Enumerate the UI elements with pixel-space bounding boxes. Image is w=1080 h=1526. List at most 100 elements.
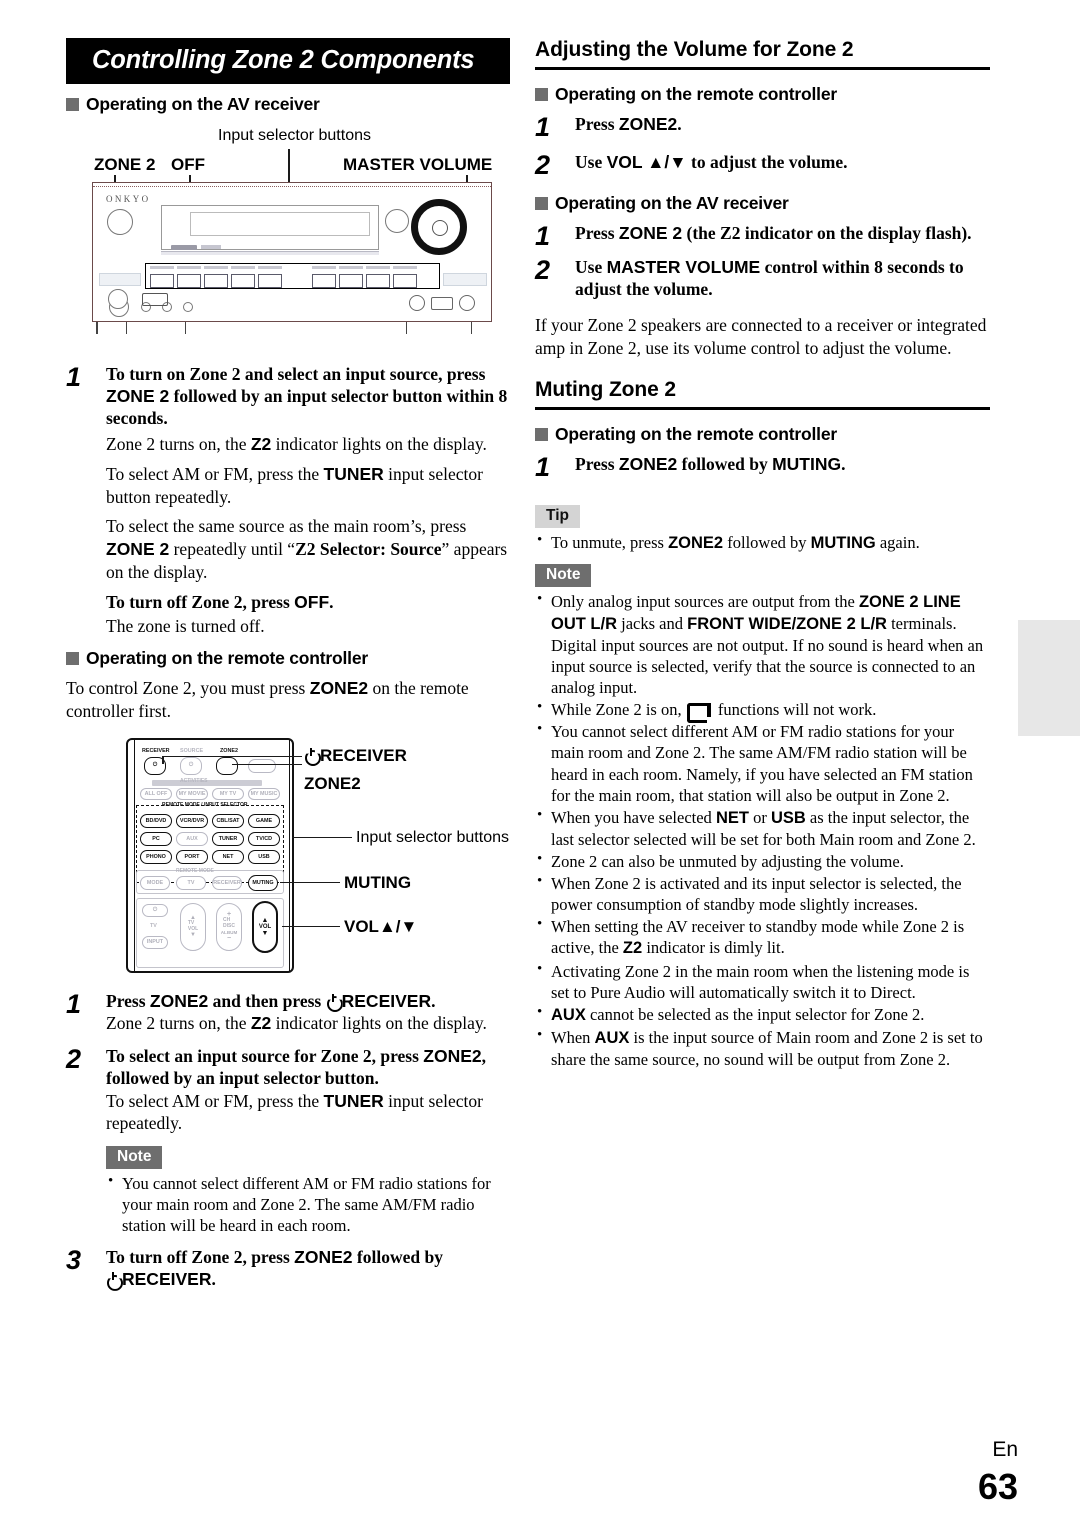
jack-circle-icon [409, 295, 425, 311]
remote-button-my-music[interactable]: MY MUSIC [248, 787, 280, 800]
remote-button-tv-cd[interactable]: TV/CD [248, 831, 280, 846]
step-title: Use MASTER VOLUME control within 8 secon… [575, 257, 964, 300]
remote-button-port[interactable]: PORT [176, 849, 208, 864]
front-panel-display [161, 205, 379, 250]
heading-muting-zone2: Muting Zone 2 [535, 378, 990, 410]
remote-button-mode[interactable]: MODE [140, 875, 170, 890]
remote-tv-power-button[interactable]: ⏻ [142, 903, 168, 917]
remote-button-net[interactable]: NET [212, 849, 244, 864]
paragraph-tuner-select: To select AM or FM, press the TUNER inpu… [106, 463, 483, 507]
step-title: Press ZONE2 followed by MUTING. [575, 453, 846, 474]
tip-list: To unmute, press ZONE2 followed by MUTIN… [535, 531, 990, 554]
remote-button-pc[interactable]: PC [140, 831, 172, 846]
figure-label-master-volume: MASTER VOLUME [343, 155, 493, 174]
panel-trim-right [443, 273, 487, 286]
master-volume-knob [411, 199, 467, 255]
step-title: To turn on Zone 2 and select an input so… [106, 364, 508, 429]
note-item: Activating Zone 2 in the main room when … [535, 960, 990, 1003]
bullet-square-icon [66, 98, 79, 111]
note-tag: Note [106, 1146, 163, 1170]
remote-input-button[interactable]: INPUT [142, 935, 168, 949]
remote-input-selector-group-label: REMOTE MODE / INPUT SELECTOR [162, 801, 248, 808]
hdmi-port-icon [431, 296, 453, 310]
off-button-highlight [201, 245, 221, 249]
footer-language-code: En [992, 1438, 1018, 1461]
step-number: 2 [66, 1044, 82, 1075]
figure-remote-controller: RECEIVER SOURCE ZONE2 ⏻ ⏻ ACTIVITIES ALL… [66, 730, 518, 980]
bullet-square-icon [535, 427, 548, 441]
bullet-square-icon [535, 88, 548, 101]
remote-label-source: SOURCE [180, 747, 204, 754]
remote-aux-top-button[interactable] [248, 758, 276, 773]
figure-caption-input-selector: Input selector buttons [218, 127, 371, 144]
heading-adjusting-volume: Adjusting the Volume for Zone 2 [535, 38, 990, 70]
manual-page: Controlling Zone 2 Components Operating … [0, 0, 1080, 1526]
paragraph-volume-closing: If your Zone 2 speakers are connected to… [535, 315, 987, 358]
note-item: When AUX is the input source of Main roo… [535, 1026, 990, 1070]
step-body: Zone 2 turns on, the Z2 indicator lights… [106, 1012, 487, 1033]
step-item: 1 To turn on Zone 2 and select an input … [66, 363, 518, 429]
remote-button-my-movie[interactable]: MY MOVIE [176, 787, 208, 800]
leader-line [292, 836, 352, 839]
remote-vol-rocker[interactable]: ▲ VOL ▼ [252, 900, 278, 953]
remote-button-aux[interactable]: AUX [176, 831, 208, 846]
step-title: To select an input source for Zone 2, pr… [106, 1046, 487, 1089]
remote-zone2-button[interactable] [216, 756, 238, 775]
remote-button-all-off[interactable]: ALL OFF [140, 787, 172, 800]
paragraph-remote-intro: To control Zone 2, you must press ZONE2 … [66, 678, 469, 721]
remote-ch-disc-rocker[interactable]: + CH DISC ALBUM − [216, 902, 242, 951]
heading-volume-av-receiver: Operating on the AV receiver [535, 193, 990, 214]
right-column: Adjusting the Volume for Zone 2 Operatin… [535, 38, 990, 1071]
remote-button-usb[interactable]: USB [248, 849, 280, 864]
remote-button-vcr-dvr[interactable]: VCR/DVR [176, 813, 208, 828]
remote-button-my-tv[interactable]: MY TV [212, 787, 244, 800]
input-selector-button-group [145, 263, 440, 289]
heading-volume-remote: Operating on the remote controller [535, 84, 990, 105]
remote-source-power-button[interactable]: ⏻ [180, 756, 202, 775]
power-icon [106, 1272, 121, 1287]
input-selector-buttons [146, 274, 417, 288]
leader-line [232, 763, 302, 766]
remote-button-tv-mode[interactable]: TV [176, 875, 206, 890]
remote-tv-vol-rocker[interactable]: ▲ TV VOL ▼ [180, 902, 206, 951]
remote-button-phono[interactable]: PHONO [140, 849, 172, 864]
note-item: AUX cannot be selected as the input sele… [535, 1003, 990, 1026]
power-icon [326, 993, 341, 1009]
step-title: Press ZONE 2 (the Z2 indicator on the di… [575, 223, 972, 243]
note-item: You cannot select different AM or FM rad… [535, 720, 990, 805]
callout-vol: VOL▲/▼ [344, 916, 418, 936]
note-item: Zone 2 can also be unmuted by adjusting … [535, 850, 990, 872]
step-title: To turn off Zone 2, press ZONE2 followed… [106, 1247, 443, 1290]
tone-knob-icon [385, 209, 409, 233]
step-item: 1 Press ZONE 2 (the Z2 indicator on the … [535, 222, 990, 250]
ri-logo-icon [686, 703, 713, 724]
note-item: When you have selected NET or USB as the… [535, 806, 990, 850]
step-item: 1 Press ZONE2 and then press RECEIVER. Z… [66, 990, 518, 1042]
step-title: Press ZONE2 and then press RECEIVER. [106, 990, 436, 1011]
leader-line [162, 755, 164, 764]
chassis-foot-left [96, 322, 98, 334]
note-item: Only analog input sources are output fro… [535, 590, 990, 699]
note-box-left: Note You cannot select different AM or F… [106, 1146, 518, 1236]
phones-jack-icon [108, 289, 128, 309]
remote-label-zone2: ZONE2 [220, 747, 238, 754]
remote-button-bd-dvd[interactable]: BD/DVD [140, 813, 172, 828]
heading-text: Operating on the AV receiver [86, 94, 320, 114]
remote-button-game[interactable]: GAME [248, 813, 280, 828]
remote-button-muting[interactable]: MUTING [248, 874, 278, 891]
remote-label-tv: TV [150, 922, 157, 929]
left-column: Controlling Zone 2 Components Operating … [66, 38, 518, 1294]
remote-button-cbl-sat[interactable]: CBL/SAT [212, 813, 244, 828]
heading-text: Operating on the remote controller [555, 423, 837, 444]
tip-item: To unmute, press ZONE2 followed by MUTIN… [535, 531, 990, 554]
callout-receiver: RECEIVER [304, 746, 407, 766]
note-box-right: Note Only analog input sources are outpu… [535, 563, 990, 1070]
heading-operating-remote-controller: Operating on the remote controller [66, 648, 518, 669]
display-indicator-strip [161, 251, 379, 255]
remote-button-tuner[interactable]: TUNER [212, 831, 244, 846]
remote-button-receiver-mode[interactable]: RECEIVER [212, 875, 242, 890]
step-number: 2 [535, 150, 551, 180]
step-item: 1 Press ZONE2. [535, 113, 990, 141]
tip-box: Tip To unmute, press ZONE2 followed by M… [535, 504, 990, 554]
step-body: To select AM or FM, press the TUNER inpu… [106, 1090, 483, 1134]
